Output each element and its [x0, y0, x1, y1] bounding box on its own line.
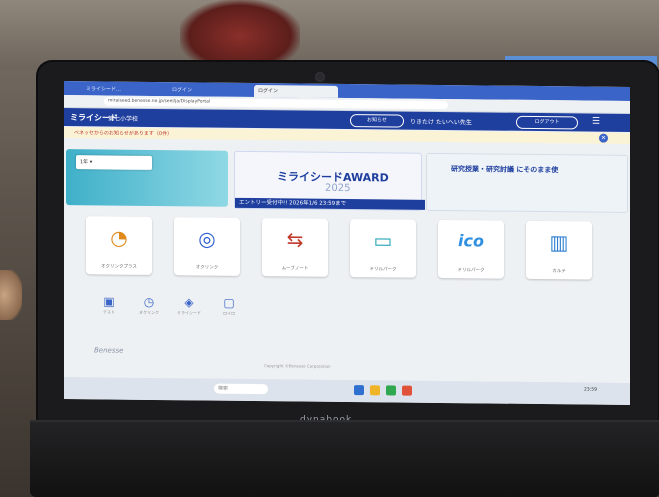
- red-chair: [180, 0, 300, 60]
- award-entry: エントリー受付中!! 2026年1/6 23:59まで: [235, 197, 425, 210]
- school-name: 第七小学校: [108, 115, 139, 123]
- browser-tab-active[interactable]: ログイン: [254, 85, 338, 98]
- copyright: Copyright ©Benesse Corporation: [264, 363, 331, 369]
- app-tile[interactable]: ⇆ ムーブノート: [262, 218, 328, 277]
- app-tile[interactable]: ◔ オクリンクプラス: [86, 216, 152, 275]
- tablet-icon: ▭: [373, 228, 393, 253]
- menu-icon[interactable]: ☰: [592, 117, 600, 128]
- app-tile[interactable]: ▭ ドリルパーク: [350, 219, 416, 278]
- arrows-icon: ⇆: [286, 227, 304, 252]
- app-tile[interactable]: ◎ オクリンク: [174, 217, 240, 276]
- network-icon: ◎: [198, 226, 216, 251]
- app-icon: ◈: [184, 295, 194, 310]
- small-app-label: テスト: [103, 309, 115, 315]
- app-tile-label: ドリルパーク: [457, 268, 485, 274]
- folder-icon[interactable]: [370, 385, 380, 396]
- ico-icon: ico: [458, 231, 484, 251]
- browser-tab[interactable]: ログイン: [168, 84, 252, 97]
- app-tile-label: カルテ: [552, 269, 566, 275]
- laptop-base: [30, 422, 659, 497]
- award-year: 2025: [325, 182, 351, 195]
- research-text: 研究授業・研究討議 にそのまま使: [451, 165, 559, 175]
- app-icon: ▣: [103, 294, 115, 309]
- edge-icon[interactable]: [354, 385, 364, 396]
- notice-button[interactable]: お知らせ: [350, 114, 404, 128]
- small-app-tile[interactable]: ▣ テスト: [92, 293, 126, 321]
- clock: 23:59: [584, 387, 597, 393]
- laptop-screen: ミライシード… ログイン ログイン miraiseed.benesse.ne.j…: [64, 81, 630, 405]
- banner-left[interactable]: 1年 ▾: [66, 149, 228, 207]
- url-input[interactable]: miraiseed.benesse.ne.jp/seel/ja/DisplayP…: [104, 97, 448, 110]
- chrome-icon[interactable]: [402, 385, 412, 396]
- hand: [0, 270, 22, 320]
- app-tile-label: オクリンク: [195, 265, 219, 271]
- app-tile[interactable]: ico ドリルパーク: [438, 219, 504, 279]
- notice-label: お知らせ: [367, 117, 387, 124]
- award-banner[interactable]: ミライシードAWARD 2025 エントリー受付中!! 2026年1/6 23:…: [234, 150, 425, 211]
- user-name: りきたけ たいへい先生: [410, 118, 472, 127]
- small-app-label: ロイロ: [223, 310, 235, 316]
- close-icon[interactable]: ✕: [599, 133, 608, 143]
- grade-value: 1年: [80, 159, 89, 166]
- small-app-tile[interactable]: ▢ ロイロ: [212, 295, 246, 323]
- notice-text[interactable]: ベネッセからのお知らせがあります（0件）: [74, 129, 172, 137]
- clock-icon: ◔: [110, 225, 128, 250]
- app-icon: ◷: [143, 294, 155, 309]
- store-icon[interactable]: [386, 385, 396, 396]
- webcam-icon: [315, 72, 325, 82]
- logout-button[interactable]: ログアウト: [516, 115, 578, 130]
- logout-label: ログアウト: [534, 118, 560, 126]
- chart-icon: ▥: [549, 230, 569, 255]
- small-app-tile[interactable]: ◈ ミライシード: [172, 294, 206, 322]
- taskbar-search[interactable]: 検索: [214, 383, 268, 395]
- app-tile-label: ドリルパーク: [369, 267, 397, 273]
- research-banner[interactable]: 研究授業・研究討議 にそのまま使: [426, 152, 628, 213]
- small-app-label: オクリンク: [139, 309, 159, 316]
- small-app-tile[interactable]: ◷ オクリンク: [132, 294, 166, 322]
- small-app-label: ミライシード: [177, 310, 201, 316]
- app-tile[interactable]: ▥ カルテ: [526, 220, 592, 280]
- app-icon: ▢: [223, 295, 235, 310]
- app-tile-label: オクリンクプラス: [101, 264, 137, 270]
- benesse-logo: Benesse: [94, 346, 124, 355]
- browser-tab[interactable]: ミライシード…: [82, 83, 166, 96]
- grade-select[interactable]: 1年 ▾: [76, 155, 152, 170]
- app-tile-label: ムーブノート: [281, 266, 309, 272]
